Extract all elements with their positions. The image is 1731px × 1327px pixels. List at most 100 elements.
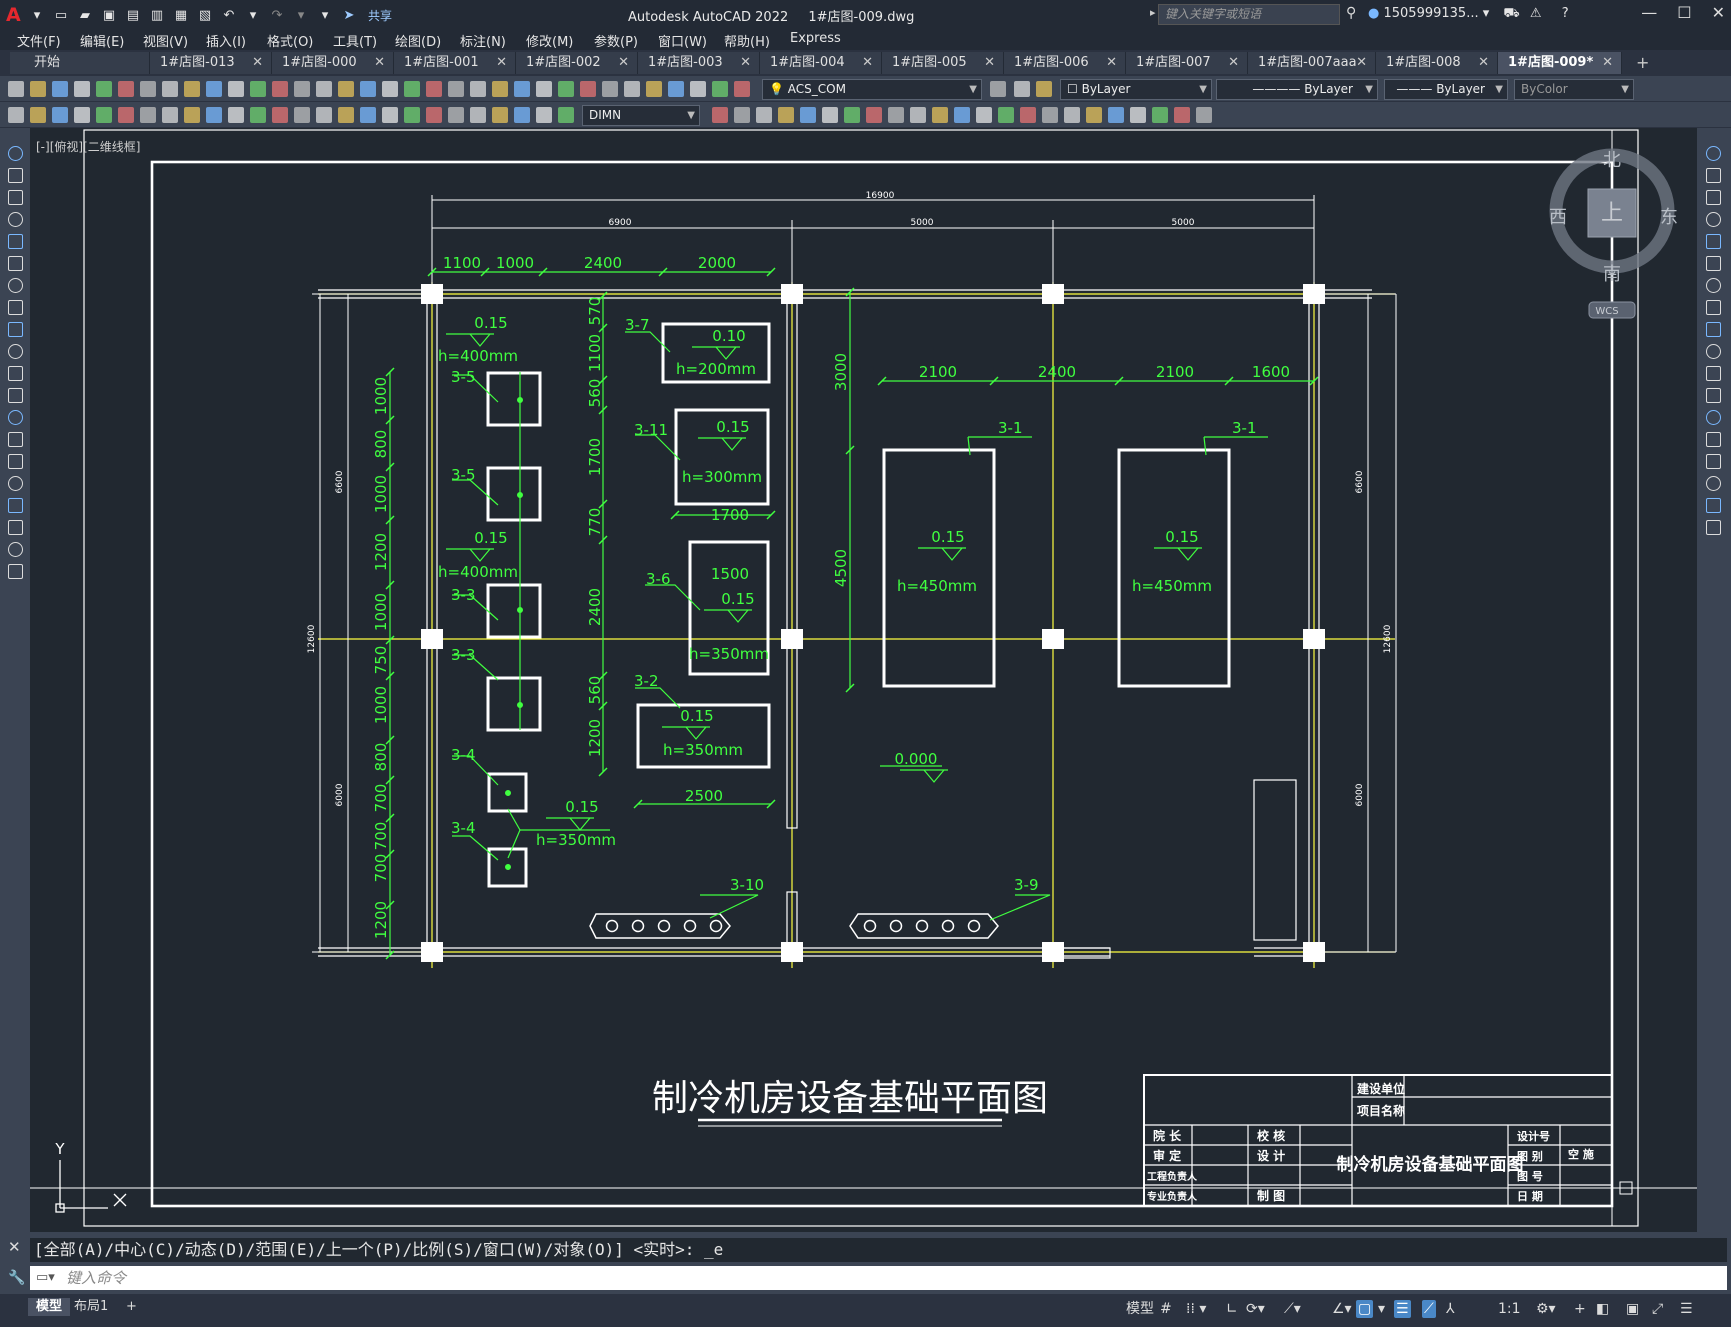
draw-tool-icon[interactable] xyxy=(8,300,23,315)
close-icon[interactable]: ✕ xyxy=(1712,3,1725,22)
modify-tool-icon[interactable] xyxy=(1706,476,1721,491)
autocad-logo-icon[interactable]: A xyxy=(6,4,22,26)
standard-tool-icon[interactable] xyxy=(1036,81,1052,97)
dimension-tool-icon[interactable] xyxy=(74,107,90,123)
search-expand-icon[interactable]: ▸ xyxy=(1150,6,1156,19)
standard-tool-icon[interactable] xyxy=(162,81,178,97)
viewcube[interactable]: 上 北 南 西 东 WCS xyxy=(1549,148,1678,319)
dimension-tool-icon[interactable] xyxy=(998,107,1014,123)
standard-tool-icon[interactable] xyxy=(206,81,222,97)
standard-tool-icon[interactable] xyxy=(140,81,156,97)
standard-tool-icon[interactable] xyxy=(404,81,420,97)
standard-tool-icon[interactable] xyxy=(448,81,464,97)
command-recent-icon[interactable]: ▭▾ xyxy=(36,1270,55,1285)
osnap-icon[interactable]: ▢ xyxy=(1356,1300,1374,1318)
viewcube-face[interactable]: 上 xyxy=(1601,201,1623,226)
standard-tool-icon[interactable] xyxy=(96,81,112,97)
draw-tool-icon[interactable] xyxy=(8,146,23,161)
standard-tool-icon[interactable] xyxy=(536,81,552,97)
menu-insert[interactable]: 插入(I) xyxy=(206,31,246,50)
dimension-tool-icon[interactable] xyxy=(162,107,178,123)
new-tab-icon[interactable]: + xyxy=(1636,53,1649,72)
tab-file[interactable]: 1#店图-006 ✕ xyxy=(1004,52,1126,74)
redo-icon[interactable]: ↷ xyxy=(268,6,286,24)
draw-tool-icon[interactable] xyxy=(8,476,23,491)
dimension-tool-icon[interactable] xyxy=(448,107,464,123)
menu-format[interactable]: 格式(O) xyxy=(267,31,313,50)
draw-tool-icon[interactable] xyxy=(8,454,23,469)
draw-tool-icon[interactable] xyxy=(8,256,23,271)
standard-tool-icon[interactable] xyxy=(30,81,46,97)
customize-qat-icon[interactable]: ▾ xyxy=(316,6,334,24)
command-input[interactable]: 键入命令 xyxy=(30,1266,1727,1290)
redo-dropdown-icon[interactable]: ▾ xyxy=(292,6,310,24)
modify-tool-icon[interactable] xyxy=(1706,498,1721,513)
search-icon[interactable]: ⚲ xyxy=(1346,5,1356,21)
standard-tool-icon[interactable] xyxy=(492,81,508,97)
tab-model[interactable]: 模型 xyxy=(28,1298,71,1316)
wcs-menu[interactable]: WCS xyxy=(1595,306,1618,317)
dimension-tool-icon[interactable] xyxy=(52,107,68,123)
minimize-icon[interactable]: — xyxy=(1641,3,1657,22)
draw-tool-icon[interactable] xyxy=(8,234,23,249)
tab-close-icon[interactable]: ✕ xyxy=(252,52,263,74)
hardware-accel-icon[interactable]: ▣ xyxy=(1626,1300,1639,1318)
dimension-tool-icon[interactable] xyxy=(844,107,860,123)
dimension-tool-icon[interactable] xyxy=(8,107,24,123)
dimension-tool-icon[interactable] xyxy=(954,107,970,123)
new-file-icon[interactable]: ▭ xyxy=(52,6,70,24)
open-web-icon[interactable]: ▥ xyxy=(148,6,166,24)
annotation-scale-icon[interactable]: ⅄ xyxy=(1446,1300,1455,1318)
draw-tool-icon[interactable] xyxy=(8,344,23,359)
standard-tool-icon[interactable] xyxy=(734,81,750,97)
modify-tool-icon[interactable] xyxy=(1706,168,1721,183)
draw-tool-icon[interactable] xyxy=(8,212,23,227)
dimension-tool-icon[interactable] xyxy=(30,107,46,123)
dimension-tool-icon[interactable] xyxy=(822,107,838,123)
dimension-tool-icon[interactable] xyxy=(118,107,134,123)
dimension-tool-icon[interactable] xyxy=(756,107,772,123)
standard-tool-icon[interactable] xyxy=(250,81,266,97)
lineweight-combo[interactable]: ——— ByLayer ▼ xyxy=(1384,79,1508,100)
dimension-tool-icon[interactable] xyxy=(558,107,574,123)
share-label[interactable]: 共享 xyxy=(368,7,392,24)
tab-close-icon[interactable]: ✕ xyxy=(1602,52,1613,74)
modify-tool-icon[interactable] xyxy=(1706,256,1721,271)
menu-edit[interactable]: 编辑(E) xyxy=(80,31,124,50)
menu-tools[interactable]: 工具(T) xyxy=(333,31,377,50)
standard-tool-icon[interactable] xyxy=(294,81,310,97)
dimension-tool-icon[interactable] xyxy=(206,107,222,123)
tab-close-icon[interactable]: ✕ xyxy=(1106,52,1117,74)
tab-file[interactable]: 1#店图-000 ✕ xyxy=(272,52,394,74)
undo-dropdown-icon[interactable]: ▾ xyxy=(244,6,262,24)
tab-file[interactable]: 1#店图-013 ✕ xyxy=(150,52,272,74)
menu-express[interactable]: Express xyxy=(790,31,841,46)
modify-tool-icon[interactable] xyxy=(1706,212,1721,227)
add-layout-icon[interactable]: + xyxy=(118,1298,145,1316)
dimension-tool-icon[interactable] xyxy=(778,107,794,123)
standard-tool-icon[interactable] xyxy=(382,81,398,97)
standard-tool-icon[interactable] xyxy=(514,81,530,97)
help-icon[interactable]: ? xyxy=(1562,6,1569,21)
plot-icon[interactable]: ▧ xyxy=(196,6,214,24)
menu-parametric[interactable]: 参数(P) xyxy=(594,31,638,50)
modify-tool-icon[interactable] xyxy=(1706,454,1721,469)
command-close-icon[interactable]: ✕ xyxy=(8,1238,21,1256)
lineweight-icon[interactable]: ☰ xyxy=(1394,1300,1411,1318)
fullscreen-icon[interactable]: ☰ xyxy=(1680,1300,1693,1318)
standard-tool-icon[interactable] xyxy=(602,81,618,97)
save-icon[interactable]: ▣ xyxy=(100,6,118,24)
standard-tool-icon[interactable] xyxy=(338,81,354,97)
open-file-icon[interactable]: ▰ xyxy=(76,6,94,24)
polar-icon[interactable]: ⟳▾ xyxy=(1246,1300,1265,1318)
tab-close-icon[interactable]: ✕ xyxy=(1228,52,1239,74)
standard-tool-icon[interactable] xyxy=(712,81,728,97)
standard-tool-icon[interactable] xyxy=(690,81,706,97)
standard-tool-icon[interactable] xyxy=(118,81,134,97)
dimension-tool-icon[interactable] xyxy=(316,107,332,123)
menu-file[interactable]: 文件(F) xyxy=(17,31,61,50)
tab-close-icon[interactable]: ✕ xyxy=(984,52,995,74)
dimension-tool-icon[interactable] xyxy=(140,107,156,123)
dimension-tool-icon[interactable] xyxy=(976,107,992,123)
color-combo[interactable]: ☐ ByLayer ▼ xyxy=(1060,79,1212,100)
